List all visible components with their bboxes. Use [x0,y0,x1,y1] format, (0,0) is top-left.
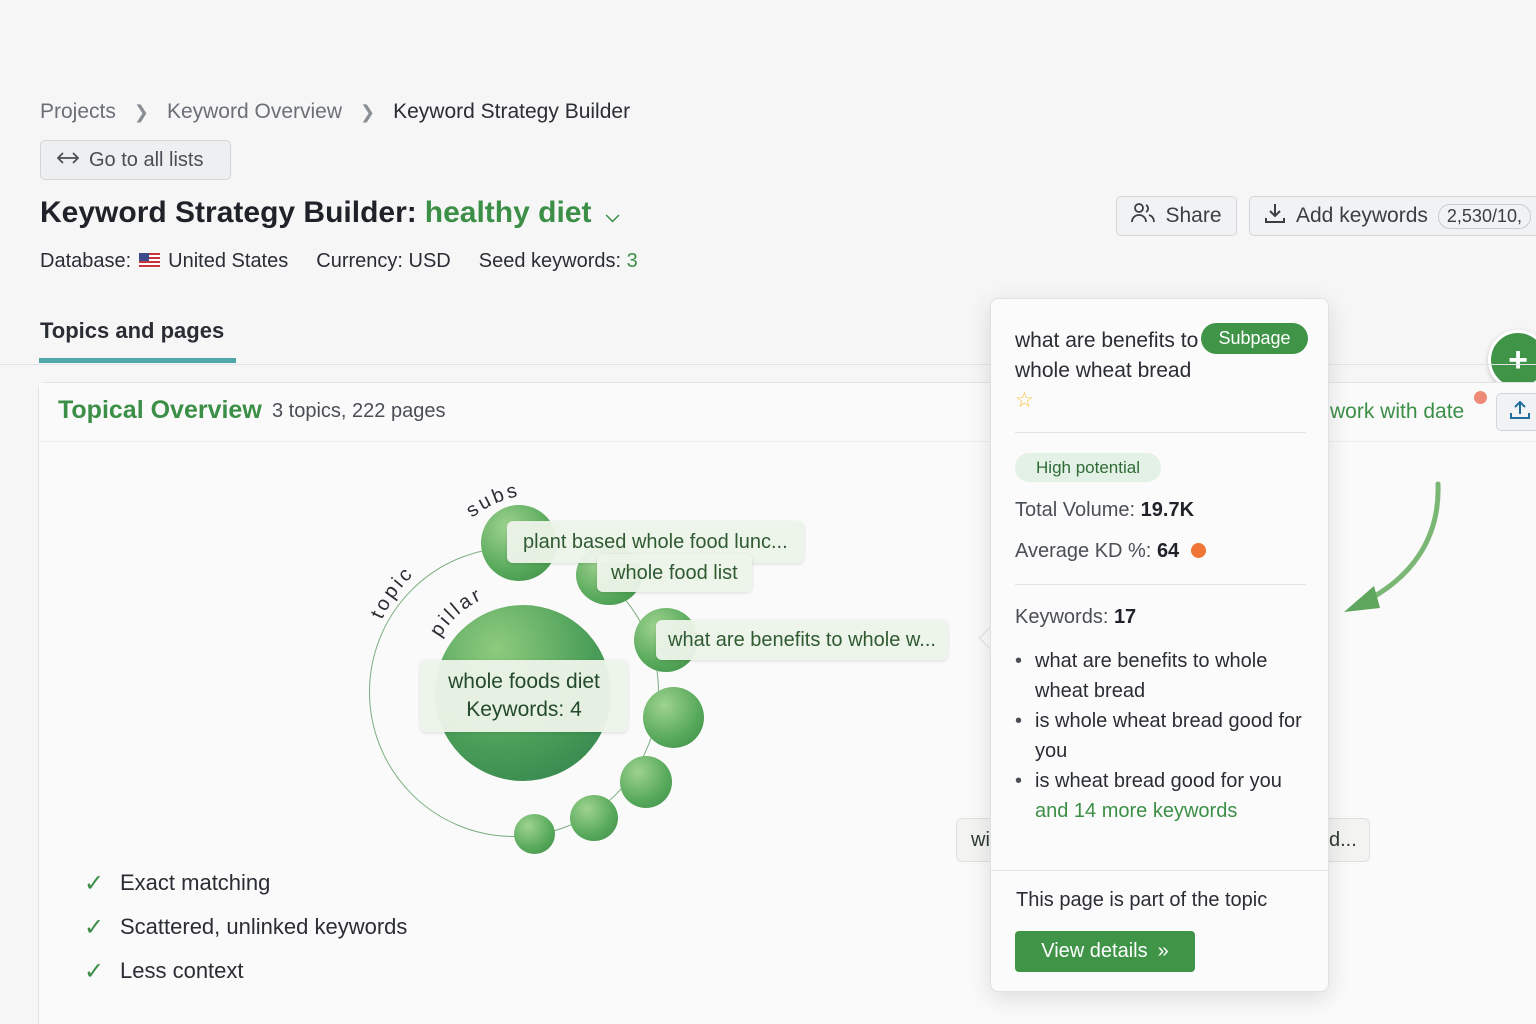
breadcrumb-keyword-overview[interactable]: Keyword Overview [167,100,342,124]
curved-arrow-icon [1344,481,1441,612]
work-with-date-link[interactable]: work with date [1330,400,1464,424]
subpage-node[interactable] [643,687,704,748]
go-to-all-lists-label: Go to all lists [89,148,204,171]
pillar-label[interactable]: whole foods diet Keywords: 4 [420,660,628,732]
tab-topics-and-pages[interactable]: Topics and pages [40,318,224,344]
upload-icon [1509,399,1531,426]
subpage-node[interactable] [514,814,555,854]
notification-dot [1474,391,1487,404]
topic-membership-text: This page is part of the topic [1016,889,1268,911]
checklist-text: Exact matching [120,870,271,895]
chevron-down-icon: ⌵ [605,206,620,226]
star-icon[interactable]: ☆ [1015,389,1034,412]
database-value: United States [168,250,289,272]
export-button[interactable] [1496,393,1536,431]
more-keywords-link[interactable]: and 14 more keywords [1015,796,1315,826]
breadcrumb: Projects ❯ Keyword Overview ❯ Keyword St… [40,100,630,124]
plus-sparkle-icon: + [1508,340,1528,379]
checklist: ✓ Exact matching ✓ Scattered, unlinked key… [84,869,408,985]
keyword-count-badge: 2,530/10, [1437,203,1531,229]
checklist-item: ✓ Less context [84,957,407,985]
high-potential-badge: High potential [1015,453,1161,482]
add-keywords-label: Add keywords [1296,204,1428,227]
keyword-text: is whole wheat bread good for you [1035,710,1302,762]
checklist-item: ✓ Scattered, unlinked keywords [84,913,408,941]
page-title: Keyword Strategy Builder: healthy diet ⌵ [40,196,619,230]
chevron-right-icon: ❯ [133,101,149,122]
database-label: Database: [40,250,132,272]
divider [1015,432,1306,433]
share-label: Share [1165,204,1222,227]
topic-name: healthy diet [424,196,592,229]
topic-selector[interactable]: healthy diet ⌵ [425,196,620,230]
database-info: Database: United States [40,250,288,273]
ring-label-topic: topic [367,562,419,623]
subpage-node[interactable] [570,795,618,841]
popover-title: what are benefits to whole wheat bread ☆ [1015,326,1200,416]
total-volume-label: Total Volume: [1015,499,1136,521]
subpage-node[interactable] [620,756,672,808]
total-volume: Total Volume: 19.7K [1015,499,1194,522]
breadcrumb-projects[interactable]: Projects [40,100,116,124]
seed-keywords-info: Seed keywords: 3 [479,250,638,273]
list-item: • is whole wheat bread good for you [1015,706,1315,766]
check-icon: ✓ [84,913,105,941]
list-item: • what are benefits to whole wheat bread [1015,646,1315,706]
project-meta: Database: United States Currency: USD See… [40,250,638,273]
seed-keywords-count[interactable]: 3 [627,250,638,272]
average-kd: Average KD %: 64 [1015,540,1207,563]
keyword-text: is wheat bread good for you [1035,770,1282,792]
keyword-text: what are benefits to whole wheat bread [1035,650,1268,702]
currency-info: Currency: USD [316,250,451,272]
checklist-text: Less context [120,958,244,983]
pillar-name: whole foods diet [448,670,600,693]
check-icon: ✓ [84,869,105,897]
add-keywords-button[interactable]: Add keywords 2,530/10, [1249,196,1536,236]
subpage-label[interactable]: what are benefits to whole w... [656,620,948,660]
active-tab-indicator [39,358,236,363]
average-kd-value: 64 [1156,540,1180,562]
checklist-text: Scattered, unlinked keywords [120,914,408,939]
check-icon: ✓ [84,957,105,985]
users-icon [1131,202,1156,230]
breadcrumb-current: Keyword Strategy Builder [393,100,631,123]
average-kd-label: Average KD %: [1015,540,1152,562]
download-icon [1264,202,1286,230]
total-volume-value: 19.7K [1140,499,1195,521]
overview-subtitle: 3 topics, 222 pages [272,400,446,422]
seed-keywords-label: Seed keywords: [478,250,622,272]
overview-title: Topical Overview [58,396,262,424]
us-flag-icon [139,253,161,268]
subpage-badge: Subpage [1201,323,1308,354]
arrows-left-right-icon [56,149,80,172]
keywords-count: Keywords: 17 [1015,606,1136,629]
kd-difficulty-dot [1191,543,1207,558]
divider [991,870,1328,871]
page-title-prefix: Keyword Strategy Builder: [40,196,417,229]
list-item: • is wheat bread good for you [1015,766,1315,796]
keywords-count-label: Keywords: [1015,606,1109,628]
ai-add-button[interactable]: + [1488,330,1536,390]
chevron-right-icon: ❯ [360,101,376,122]
keywords-count-value: 17 [1113,606,1137,628]
share-button[interactable]: Share [1116,196,1237,236]
checklist-item: ✓ Exact matching [84,869,407,897]
popover-title-text: what are benefits to whole wheat bread [1015,329,1199,382]
divider [1015,584,1306,585]
pillar-keyword-count: Keywords: 4 [466,698,582,721]
view-details-label: View details [1041,940,1148,962]
subpage-label[interactable]: whole food list [597,554,752,592]
keyword-list: • what are benefits to whole wheat bread … [1015,646,1315,826]
double-chevron-right-icon: » [1157,940,1169,962]
view-details-button[interactable]: View details » [1015,931,1195,972]
go-to-all-lists-button[interactable]: Go to all lists [40,140,231,180]
